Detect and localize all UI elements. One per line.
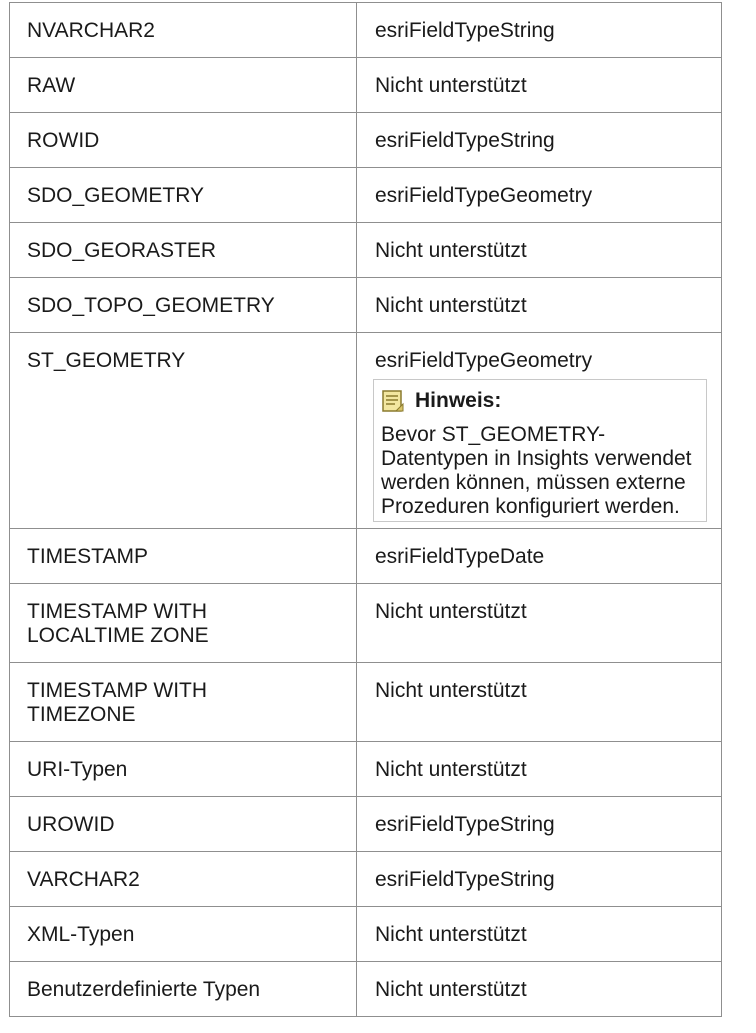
table-row: SDO_GEOMETRY esriFieldTypeGeometry xyxy=(9,167,722,223)
oracle-type-cell: ROWID xyxy=(9,112,357,168)
table-row: NVARCHAR2 esriFieldTypeString xyxy=(9,2,722,58)
oracle-type-cell: SDO_TOPO_GEOMETRY xyxy=(9,277,357,333)
field-type-cell: esriFieldTypeString xyxy=(356,796,722,852)
field-type-cell: Nicht unterstützt xyxy=(356,906,722,962)
table-row: RAW Nicht unterstützt xyxy=(9,57,722,113)
data-type-mapping-table: NVARCHAR2 esriFieldTypeString RAW Nicht … xyxy=(9,2,722,1017)
table-row: TIMESTAMP WITH TIMEZONE Nicht unterstütz… xyxy=(9,662,722,742)
field-type-value: esriFieldTypeGeometry xyxy=(375,349,593,372)
oracle-type-cell: UROWID xyxy=(9,796,357,852)
field-type-cell: Nicht unterstützt xyxy=(356,961,722,1017)
field-type-cell: esriFieldTypeString xyxy=(356,2,722,58)
oracle-type-cell: TIMESTAMP xyxy=(9,528,357,584)
oracle-type-cell: Benutzerdefinierte Typen xyxy=(9,961,357,1017)
note-text: Bevor ST_GEOMETRY-Datentypen in Insights… xyxy=(381,423,692,518)
table-row: ST_GEOMETRY esriFieldTypeGeometry Hinwei… xyxy=(9,332,722,529)
table-row: VARCHAR2 esriFieldTypeString xyxy=(9,851,722,907)
table-row: Benutzerdefinierte Typen Nicht unterstüt… xyxy=(9,961,722,1017)
field-type-cell: Nicht unterstützt xyxy=(356,57,722,113)
oracle-type-cell: URI-Typen xyxy=(9,741,357,797)
oracle-type-cell: SDO_GEORASTER xyxy=(9,222,357,278)
oracle-type-cell: XML-Typen xyxy=(9,906,357,962)
note-icon xyxy=(381,389,405,413)
table-row: TIMESTAMP WITH LOCALTIME ZONE Nicht unte… xyxy=(9,583,722,663)
field-type-cell: Nicht unterstützt xyxy=(356,662,722,742)
table-row: SDO_TOPO_GEOMETRY Nicht unterstützt xyxy=(9,277,722,333)
oracle-type-cell: TIMESTAMP WITH LOCALTIME ZONE xyxy=(9,583,357,663)
oracle-type-cell: ST_GEOMETRY xyxy=(9,332,357,529)
field-type-cell: Nicht unterstützt xyxy=(356,583,722,663)
note-header: Hinweis: xyxy=(381,387,696,415)
field-type-cell: esriFieldTypeDate xyxy=(356,528,722,584)
table-row: SDO_GEORASTER Nicht unterstützt xyxy=(9,222,722,278)
field-type-cell: esriFieldTypeString xyxy=(356,851,722,907)
table-row: ROWID esriFieldTypeString xyxy=(9,112,722,168)
oracle-type-cell: VARCHAR2 xyxy=(9,851,357,907)
table-row: TIMESTAMP esriFieldTypeDate xyxy=(9,528,722,584)
field-type-cell: Nicht unterstützt xyxy=(356,741,722,797)
oracle-type-cell: SDO_GEOMETRY xyxy=(9,167,357,223)
table-row: URI-Typen Nicht unterstützt xyxy=(9,741,722,797)
field-type-cell: esriFieldTypeString xyxy=(356,112,722,168)
note-title: Hinweis: xyxy=(415,389,502,412)
field-type-cell: esriFieldTypeGeometry xyxy=(356,167,722,223)
field-type-cell: esriFieldTypeGeometry Hinweis: Bevor ST_… xyxy=(356,332,722,529)
field-type-cell: Nicht unterstützt xyxy=(356,222,722,278)
table-row: XML-Typen Nicht unterstützt xyxy=(9,906,722,962)
field-type-cell: Nicht unterstützt xyxy=(356,277,722,333)
table-row: UROWID esriFieldTypeString xyxy=(9,796,722,852)
oracle-type-cell: RAW xyxy=(9,57,357,113)
oracle-type-cell: NVARCHAR2 xyxy=(9,2,357,58)
note-box: Hinweis: Bevor ST_GEOMETRY-Datentypen in… xyxy=(373,379,707,522)
oracle-type-cell: TIMESTAMP WITH TIMEZONE xyxy=(9,662,357,742)
